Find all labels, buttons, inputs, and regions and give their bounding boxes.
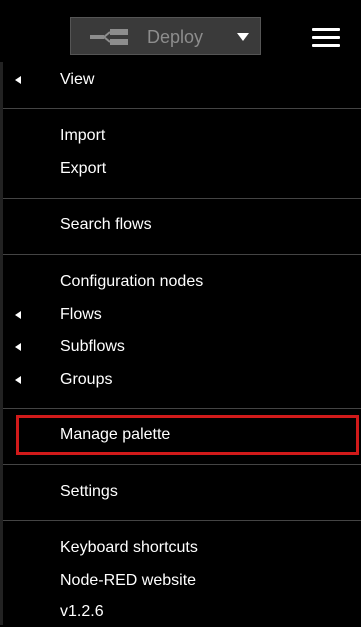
menu-divider [3,520,361,521]
submenu-arrow-icon [15,376,21,384]
menu-divider [3,254,361,255]
submenu-arrow-icon [15,76,21,84]
submenu-arrow-icon [15,343,21,351]
header-toolbar: Deploy [0,0,361,62]
menu-item-import[interactable]: Import [3,121,361,151]
menu-item-search-flows[interactable]: Search flows [3,210,361,240]
deploy-button[interactable]: Deploy [70,17,261,55]
menu-divider [3,108,361,109]
menu-divider [3,408,361,409]
menu-item-view[interactable]: View [3,65,361,95]
highlight-box [16,415,359,455]
menu-item-configuration-nodes[interactable]: Configuration nodes [3,267,361,297]
menu-item-groups[interactable]: Groups [3,365,361,395]
menu-item-subflows[interactable]: Subflows [3,332,361,362]
deploy-label: Deploy [147,27,204,47]
version-label: v1.2.6 [60,603,104,620]
menu-divider [3,464,361,465]
menu-item-settings[interactable]: Settings [3,477,361,507]
main-menu-dropdown: View Import Export Search flows Configur… [0,62,361,625]
deploy-icon [90,29,128,45]
hamburger-menu-icon[interactable] [312,28,340,48]
menu-item-keyboard-shortcuts[interactable]: Keyboard shortcuts [3,533,361,563]
menu-item-node-red-website[interactable]: Node-RED website [3,566,361,596]
menu-divider [3,198,361,199]
submenu-arrow-icon [15,311,21,319]
menu-item-flows[interactable]: Flows [3,300,361,330]
chevron-down-icon[interactable] [237,33,249,41]
menu-item-export[interactable]: Export [3,154,361,184]
